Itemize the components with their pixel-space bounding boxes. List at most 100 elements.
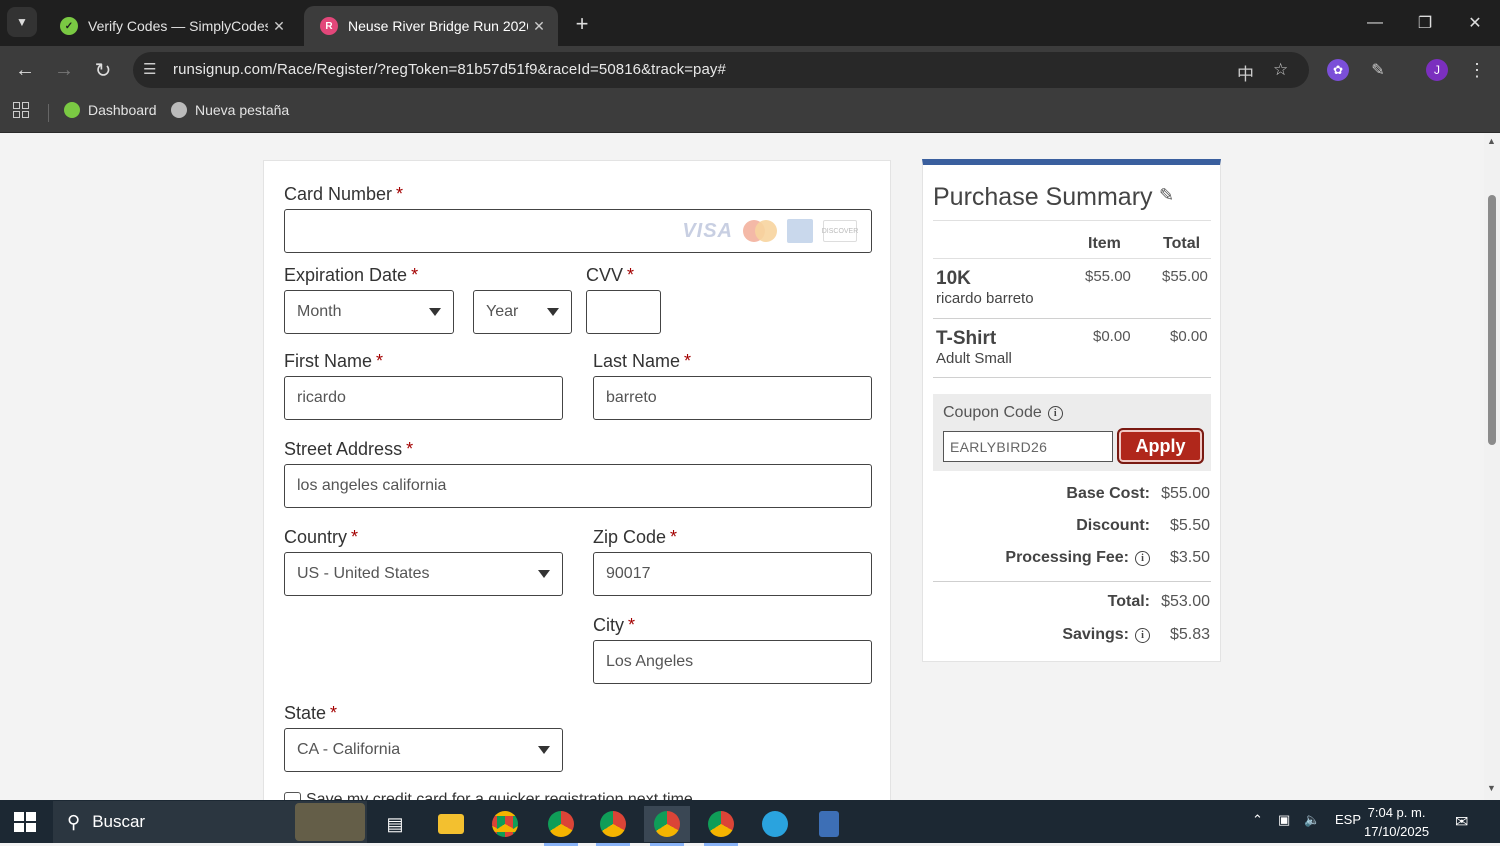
- state-label: State *: [284, 703, 338, 723]
- scroll-up-icon[interactable]: ▲: [1487, 136, 1496, 146]
- last-name-input[interactable]: barreto: [593, 376, 872, 420]
- cvv-input[interactable]: [586, 290, 661, 334]
- total-label: Total:: [1107, 593, 1150, 610]
- caret-down-icon: [538, 746, 550, 754]
- windows-start-button[interactable]: [14, 812, 36, 832]
- back-button[interactable]: ←: [10, 55, 40, 85]
- bookmark-new-tab[interactable]: Nueva pestaña: [171, 102, 289, 118]
- chrome-icon[interactable]: [482, 806, 528, 842]
- state-select[interactable]: CA - California: [284, 728, 563, 772]
- expiration-month-select[interactable]: Month: [284, 290, 454, 334]
- save-card-checkbox[interactable]: [284, 791, 301, 800]
- restore-button[interactable]: ❐: [1402, 8, 1448, 38]
- clock-time: 7:04 p. m.: [1367, 805, 1426, 820]
- minimize-button[interactable]: —: [1352, 8, 1398, 38]
- tab-title: Neuse River Bridge Run 2026 O: [348, 18, 528, 34]
- item-name: 10K: [936, 268, 971, 289]
- chrome-profile-d-icon[interactable]: [590, 806, 636, 846]
- column-header-total: Total: [1163, 235, 1201, 252]
- new-tab-button[interactable]: +: [568, 10, 596, 38]
- divider: [933, 220, 1211, 221]
- zip-code-input[interactable]: 90017: [593, 552, 872, 596]
- coupon-code-input[interactable]: EARLYBIRD26: [943, 431, 1113, 462]
- globe-icon: [171, 102, 187, 118]
- chrome-profile-j-icon[interactable]: [644, 806, 690, 846]
- caret-down-icon: [429, 308, 441, 316]
- volume-icon[interactable]: 🔈: [1304, 812, 1320, 828]
- edit-icon[interactable]: ✎: [1159, 185, 1174, 206]
- visa-logo: VISA: [682, 219, 733, 242]
- language-indicator[interactable]: ESP: [1335, 812, 1361, 827]
- simplycodes-check-icon: ✓: [60, 17, 78, 35]
- search-highlight-image: [295, 803, 366, 841]
- apply-coupon-button[interactable]: Apply: [1117, 428, 1204, 464]
- page-scrollbar[interactable]: ▲ ▼: [1484, 133, 1500, 800]
- tab-runsignup[interactable]: R Neuse River Bridge Run 2026 O ✕: [304, 6, 558, 46]
- bookmark-dashboard[interactable]: Dashboard: [64, 102, 157, 118]
- windows-taskbar: ⚲ Buscar ▤ ⌃ ▣ 🔈 ESP 7:04 p. m. 17/10/20…: [0, 800, 1500, 846]
- extension-icon[interactable]: ✿: [1327, 59, 1349, 81]
- mastercard-logo: [743, 220, 777, 242]
- reload-button[interactable]: ↻: [88, 55, 118, 85]
- notifications-icon[interactable]: ✉: [1455, 812, 1468, 832]
- scroll-down-icon[interactable]: ▼: [1487, 783, 1496, 793]
- kebab-menu-icon[interactable]: ⋮: [1466, 59, 1488, 81]
- site-info-icon[interactable]: ☰: [143, 60, 156, 78]
- save-card-checkbox-row[interactable]: Save my credit card for a quicker regist…: [284, 791, 693, 800]
- base-cost-value: $55.00: [1161, 485, 1210, 502]
- task-view-icon[interactable]: ▤: [372, 806, 418, 842]
- expiration-year-select[interactable]: Year: [473, 290, 572, 334]
- card-number-input[interactable]: VISA DISCOVER: [284, 209, 872, 253]
- payment-form: Card Number * VISA DISCOVER Expiration Da…: [263, 160, 891, 800]
- system-clock[interactable]: 7:04 p. m. 17/10/2025: [1364, 803, 1429, 841]
- forward-button[interactable]: →: [49, 55, 79, 85]
- telegram-icon[interactable]: [752, 806, 798, 842]
- address-bar[interactable]: ☰ runsignup.com/Race/Register/?regToken=…: [133, 52, 1309, 88]
- item-variant: Adult Small: [936, 350, 1012, 367]
- tab-search-button[interactable]: ▼: [7, 7, 37, 37]
- network-icon[interactable]: ▣: [1278, 812, 1290, 828]
- page-content: Card Number * VISA DISCOVER Expiration Da…: [0, 133, 1484, 800]
- close-window-button[interactable]: ✕: [1452, 8, 1498, 38]
- street-address-input[interactable]: los angeles california: [284, 464, 872, 508]
- translate-icon[interactable]: 中: [1237, 60, 1254, 85]
- close-tab-icon[interactable]: ✕: [528, 18, 550, 35]
- tray-chevron-up-icon[interactable]: ⌃: [1252, 812, 1263, 828]
- tab-strip: ▼ ✓ Verify Codes — SimplyCodes ✕ R Neuse…: [0, 0, 1500, 46]
- close-tab-icon[interactable]: ✕: [268, 18, 290, 35]
- country-select[interactable]: US - United States: [284, 552, 563, 596]
- save-card-label: Save my credit card for a quicker regist…: [306, 791, 693, 800]
- info-icon[interactable]: i: [1135, 628, 1150, 643]
- discount-label: Discount:: [1076, 517, 1150, 534]
- puzzle-icon[interactable]: ✎: [1367, 59, 1389, 81]
- city-input[interactable]: Los Angeles: [593, 640, 872, 684]
- coupon-label: Coupon Code i: [943, 404, 1063, 422]
- scrollbar-thumb[interactable]: [1488, 195, 1496, 445]
- item-total: $55.00: [1162, 268, 1208, 285]
- tab-simplycodes[interactable]: ✓ Verify Codes — SimplyCodes ✕: [44, 6, 298, 46]
- taskbar-search-label: Buscar: [92, 812, 146, 831]
- savings-label: Savings: i: [1062, 626, 1150, 644]
- total-value: $53.00: [1161, 593, 1210, 610]
- card-number-label: Card Number *: [284, 184, 404, 204]
- caret-down-icon: [547, 308, 559, 316]
- expiration-label: Expiration Date *: [284, 265, 419, 285]
- column-header-item: Item: [1088, 235, 1121, 252]
- chrome-profile-other-icon[interactable]: [698, 806, 744, 846]
- first-name-input[interactable]: ricardo: [284, 376, 563, 420]
- city-label: City *: [593, 615, 636, 635]
- coupon-section: Coupon Code i EARLYBIRD26 Apply: [933, 394, 1211, 471]
- info-icon[interactable]: i: [1135, 551, 1150, 566]
- star-icon[interactable]: ☆: [1273, 60, 1288, 80]
- chrome-profile-r-icon[interactable]: [538, 806, 584, 846]
- savings-value: $5.83: [1169, 626, 1210, 643]
- card-logos: VISA DISCOVER: [682, 219, 858, 243]
- apps-grid-icon[interactable]: [13, 102, 29, 118]
- info-icon[interactable]: i: [1047, 406, 1063, 421]
- processing-fee-label: Processing Fee: i: [1005, 549, 1150, 567]
- profile-avatar[interactable]: J: [1426, 59, 1448, 81]
- base-cost-label: Base Cost:: [1066, 485, 1150, 502]
- calculator-icon[interactable]: [806, 806, 852, 842]
- file-explorer-icon[interactable]: [428, 806, 474, 842]
- taskbar-search[interactable]: ⚲ Buscar: [53, 801, 367, 843]
